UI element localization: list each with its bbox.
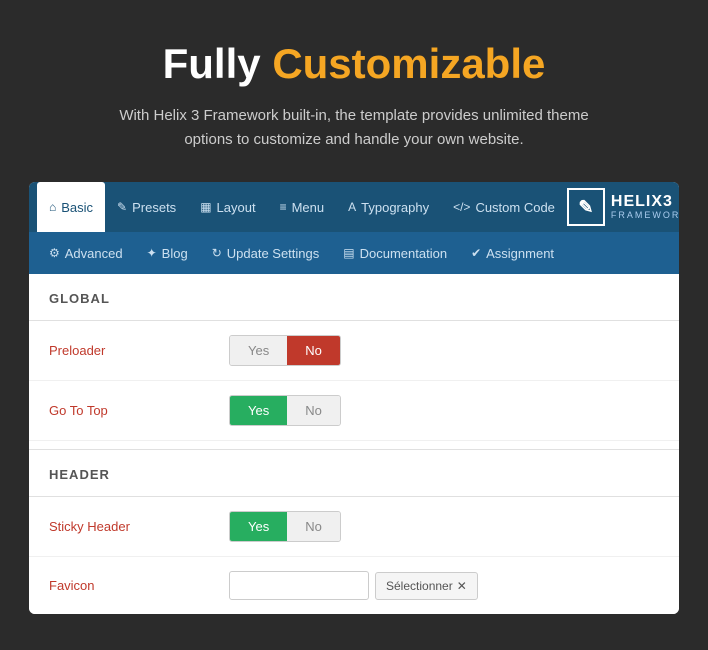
sticky-header-label: Sticky Header (49, 519, 229, 534)
doc-icon: ▤ (343, 246, 354, 260)
tab-update-settings-label: Update Settings (227, 246, 320, 261)
header-section-header: HEADER (29, 449, 679, 497)
favicon-btn-label: Sélectionner (386, 579, 453, 593)
typography-icon: A (348, 200, 356, 214)
code-icon: </> (453, 200, 470, 214)
hero-section: Fully Customizable With Helix 3 Framewor… (84, 0, 624, 182)
hero-title-orange: Customizable (272, 40, 545, 87)
home-icon: ⌂ (49, 200, 56, 214)
update-icon: ↻ (212, 246, 222, 260)
preloader-toggle: Yes No (229, 335, 341, 366)
tab-advanced[interactable]: ⚙ Advanced (37, 232, 135, 274)
favicon-arrow-icon: ✕ (457, 579, 467, 593)
sticky-header-toggle: Yes No (229, 511, 341, 542)
layout-icon: ▦ (200, 200, 211, 214)
presets-icon: ✎ (117, 200, 127, 214)
tab-update-settings[interactable]: ↻ Update Settings (200, 232, 332, 274)
tab-custom-code-label: Custom Code (475, 200, 554, 215)
tab-documentation-label: Documentation (360, 246, 447, 261)
header-section-title: HEADER (49, 467, 110, 482)
panel: ⌂ Basic ✎ Presets ▦ Layout ≡ Menu A Typo… (29, 182, 679, 614)
preloader-label: Preloader (49, 343, 229, 358)
tab-custom-code[interactable]: </> Custom Code (441, 182, 567, 232)
blog-icon: ✦ (147, 246, 157, 260)
tab-typography-label: Typography (361, 200, 429, 215)
favicon-row: Favicon Sélectionner ✕ (29, 557, 679, 614)
tabs-bar-bottom: ⚙ Advanced ✦ Blog ↻ Update Settings ▤ Do… (29, 232, 679, 274)
go-to-top-label: Go To Top (49, 403, 229, 418)
tab-typography[interactable]: A Typography (336, 182, 441, 232)
tab-blog-label: Blog (162, 246, 188, 261)
preloader-no-button[interactable]: No (287, 336, 340, 365)
tab-advanced-label: Advanced (65, 246, 123, 261)
hero-title-white: Fully (163, 40, 261, 87)
sticky-header-yes-button[interactable]: Yes (230, 512, 287, 541)
tab-basic[interactable]: ⌂ Basic (37, 182, 105, 232)
go-to-top-no-button[interactable]: No (287, 396, 340, 425)
tab-presets[interactable]: ✎ Presets (105, 182, 188, 232)
panel-content: GLOBAL Preloader Yes No Go To Top Yes No… (29, 274, 679, 614)
hero-title: Fully Customizable (104, 40, 604, 88)
sticky-header-no-button[interactable]: No (287, 512, 340, 541)
assignment-icon: ✔ (471, 246, 481, 260)
helix-sub: FRAMEWORK (611, 211, 679, 221)
global-section-title: GLOBAL (49, 291, 110, 306)
go-to-top-row: Go To Top Yes No (29, 381, 679, 441)
tab-assignment[interactable]: ✔ Assignment (459, 232, 566, 274)
hero-subtitle: With Helix 3 Framework built-in, the tem… (104, 104, 604, 152)
tab-blog[interactable]: ✦ Blog (135, 232, 200, 274)
go-to-top-toggle: Yes No (229, 395, 341, 426)
tab-assignment-label: Assignment (486, 246, 554, 261)
preloader-yes-button[interactable]: Yes (230, 336, 287, 365)
helix-text: HELIX3 FRAMEWORK (611, 193, 679, 220)
tab-layout[interactable]: ▦ Layout (188, 182, 267, 232)
tab-presets-label: Presets (132, 200, 176, 215)
tabs-bar-top: ⌂ Basic ✎ Presets ▦ Layout ≡ Menu A Typo… (29, 182, 679, 232)
tab-layout-label: Layout (217, 200, 256, 215)
helix-name: HELIX3 (611, 193, 679, 211)
helix-logo: ✎ HELIX3 FRAMEWORK (567, 188, 679, 226)
menu-icon: ≡ (280, 200, 287, 214)
tab-menu[interactable]: ≡ Menu (268, 182, 337, 232)
favicon-select-button[interactable]: Sélectionner ✕ (375, 572, 478, 600)
helix-logo-box: ✎ (567, 188, 605, 226)
tab-documentation[interactable]: ▤ Documentation (331, 232, 459, 274)
global-section-header: GLOBAL (29, 274, 679, 321)
tab-basic-label: Basic (61, 200, 93, 215)
favicon-input[interactable] (229, 571, 369, 600)
sticky-header-row: Sticky Header Yes No (29, 497, 679, 557)
go-to-top-yes-button[interactable]: Yes (230, 396, 287, 425)
favicon-label: Favicon (49, 578, 229, 593)
preloader-row: Preloader Yes No (29, 321, 679, 381)
gear-icon: ⚙ (49, 246, 60, 260)
tab-menu-label: Menu (292, 200, 325, 215)
helix-logo-char: ✎ (578, 197, 593, 218)
